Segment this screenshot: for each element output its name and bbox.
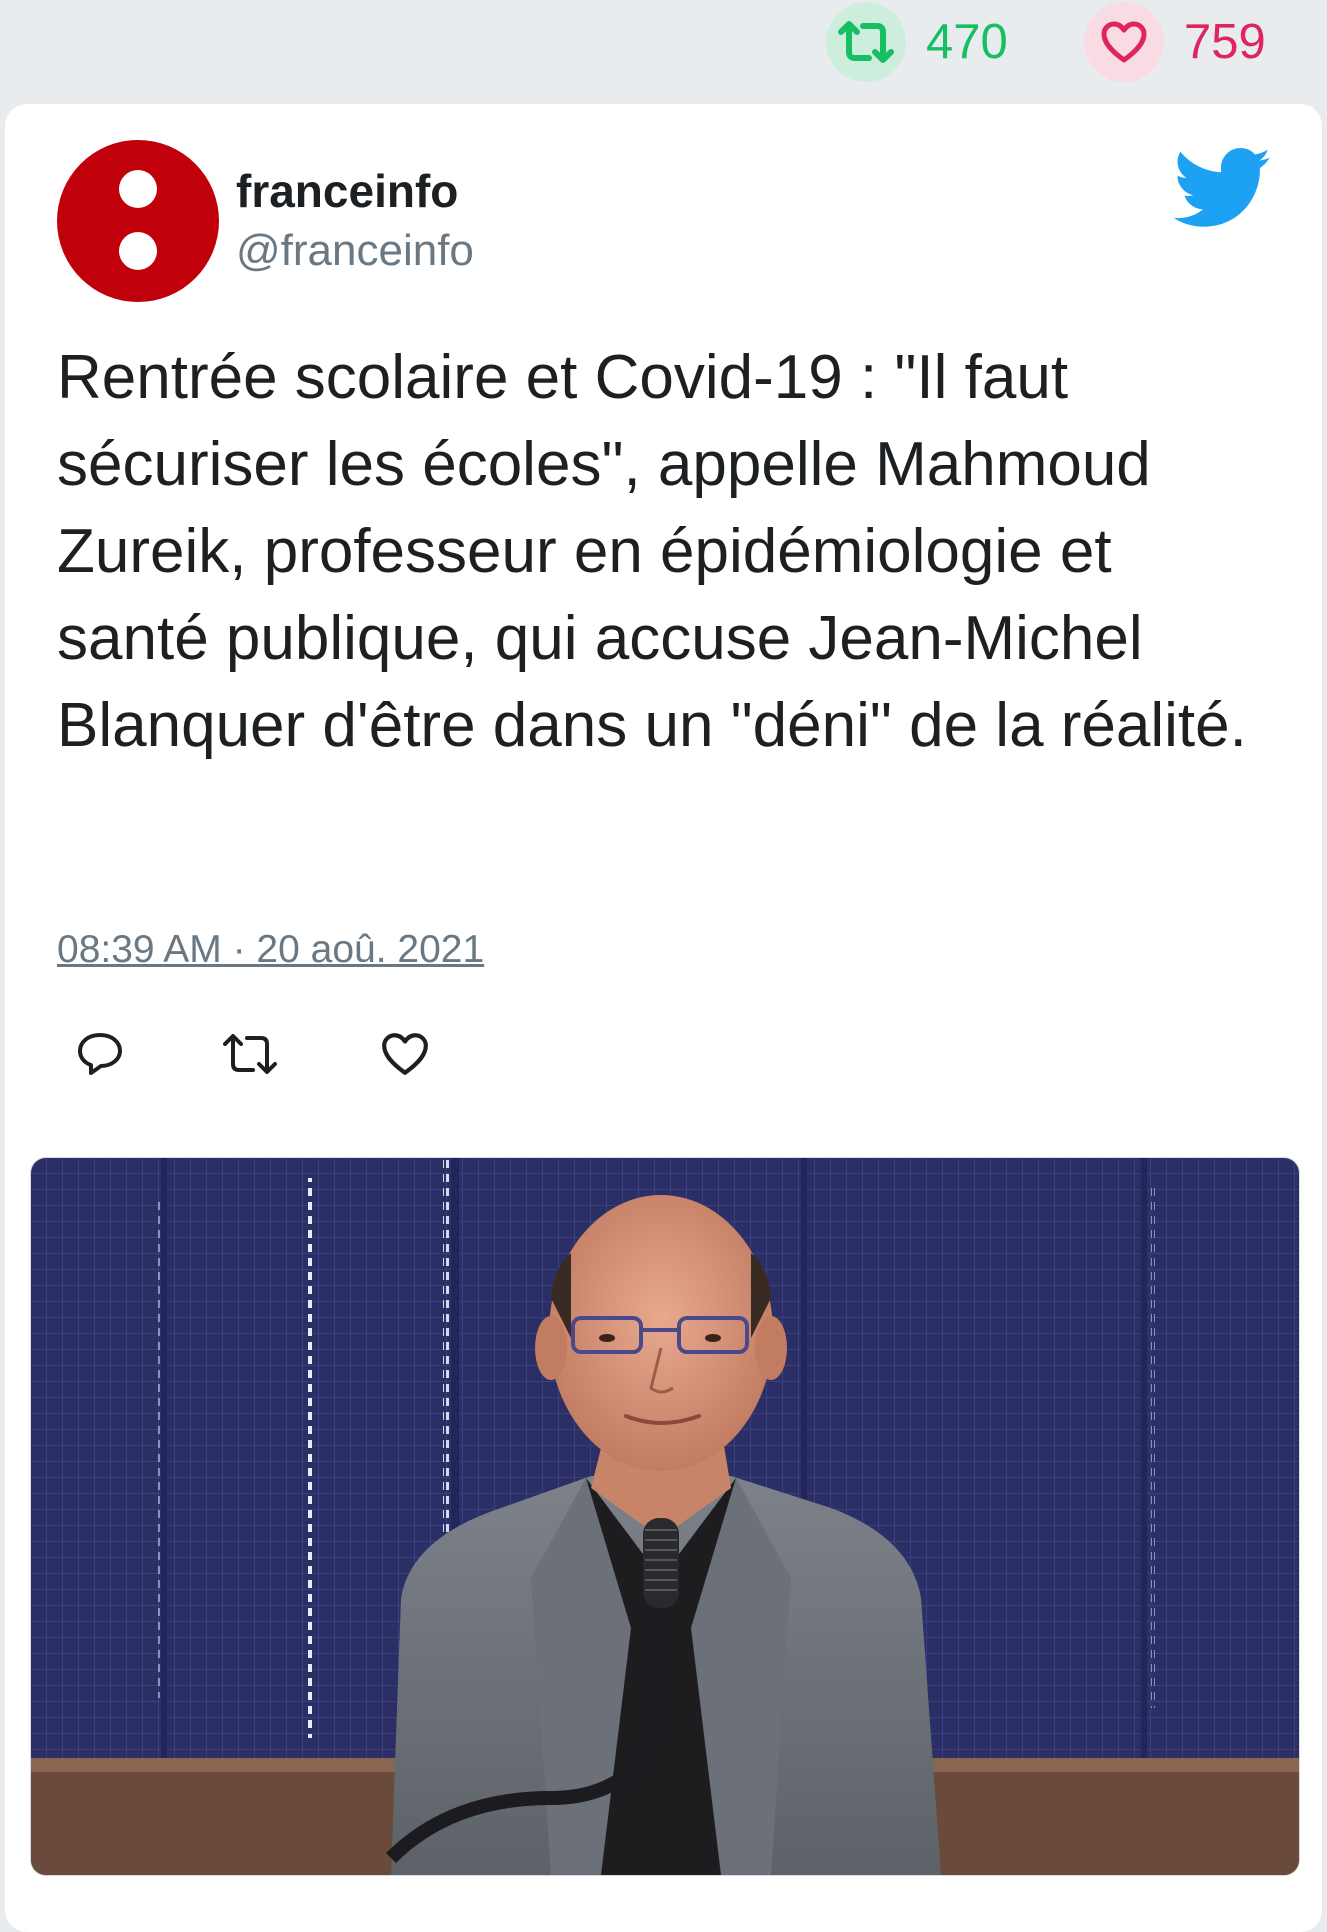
tweet-timestamp-link[interactable]: 08:39 AM · 20 aoû. 2021 <box>57 928 484 972</box>
like-count-stat[interactable]: 759 <box>1084 2 1266 82</box>
tweet-media-photo[interactable] <box>30 1157 1300 1876</box>
avatar[interactable] <box>57 140 219 302</box>
author-display-name[interactable]: franceinfo <box>236 164 458 218</box>
retweet-icon <box>826 2 906 82</box>
avatar-logo-dot <box>119 232 157 270</box>
tweet-card: franceinfo @franceinfo Rentrée scolaire … <box>5 104 1322 1932</box>
like-button[interactable] <box>375 1024 435 1084</box>
reply-icon <box>78 1033 122 1075</box>
tweet-text: Rentrée scolaire et Covid-19 : "Il faut … <box>57 343 1247 760</box>
retweet-button[interactable] <box>220 1024 280 1084</box>
like-count: 759 <box>1184 15 1266 69</box>
twitter-bird-icon[interactable] <box>1173 148 1273 230</box>
reply-button[interactable] <box>70 1024 130 1084</box>
retweet-icon <box>223 1034 277 1074</box>
heart-icon <box>382 1033 428 1075</box>
studio-guest-photo <box>31 1158 1299 1875</box>
engagement-stats-bar: 470 759 <box>0 0 1327 100</box>
avatar-logo-dot <box>119 170 157 208</box>
heart-icon <box>1084 2 1164 82</box>
author-handle[interactable]: @franceinfo <box>236 226 474 276</box>
retweet-count: 470 <box>926 15 1008 69</box>
retweet-count-stat[interactable]: 470 <box>826 2 1008 82</box>
